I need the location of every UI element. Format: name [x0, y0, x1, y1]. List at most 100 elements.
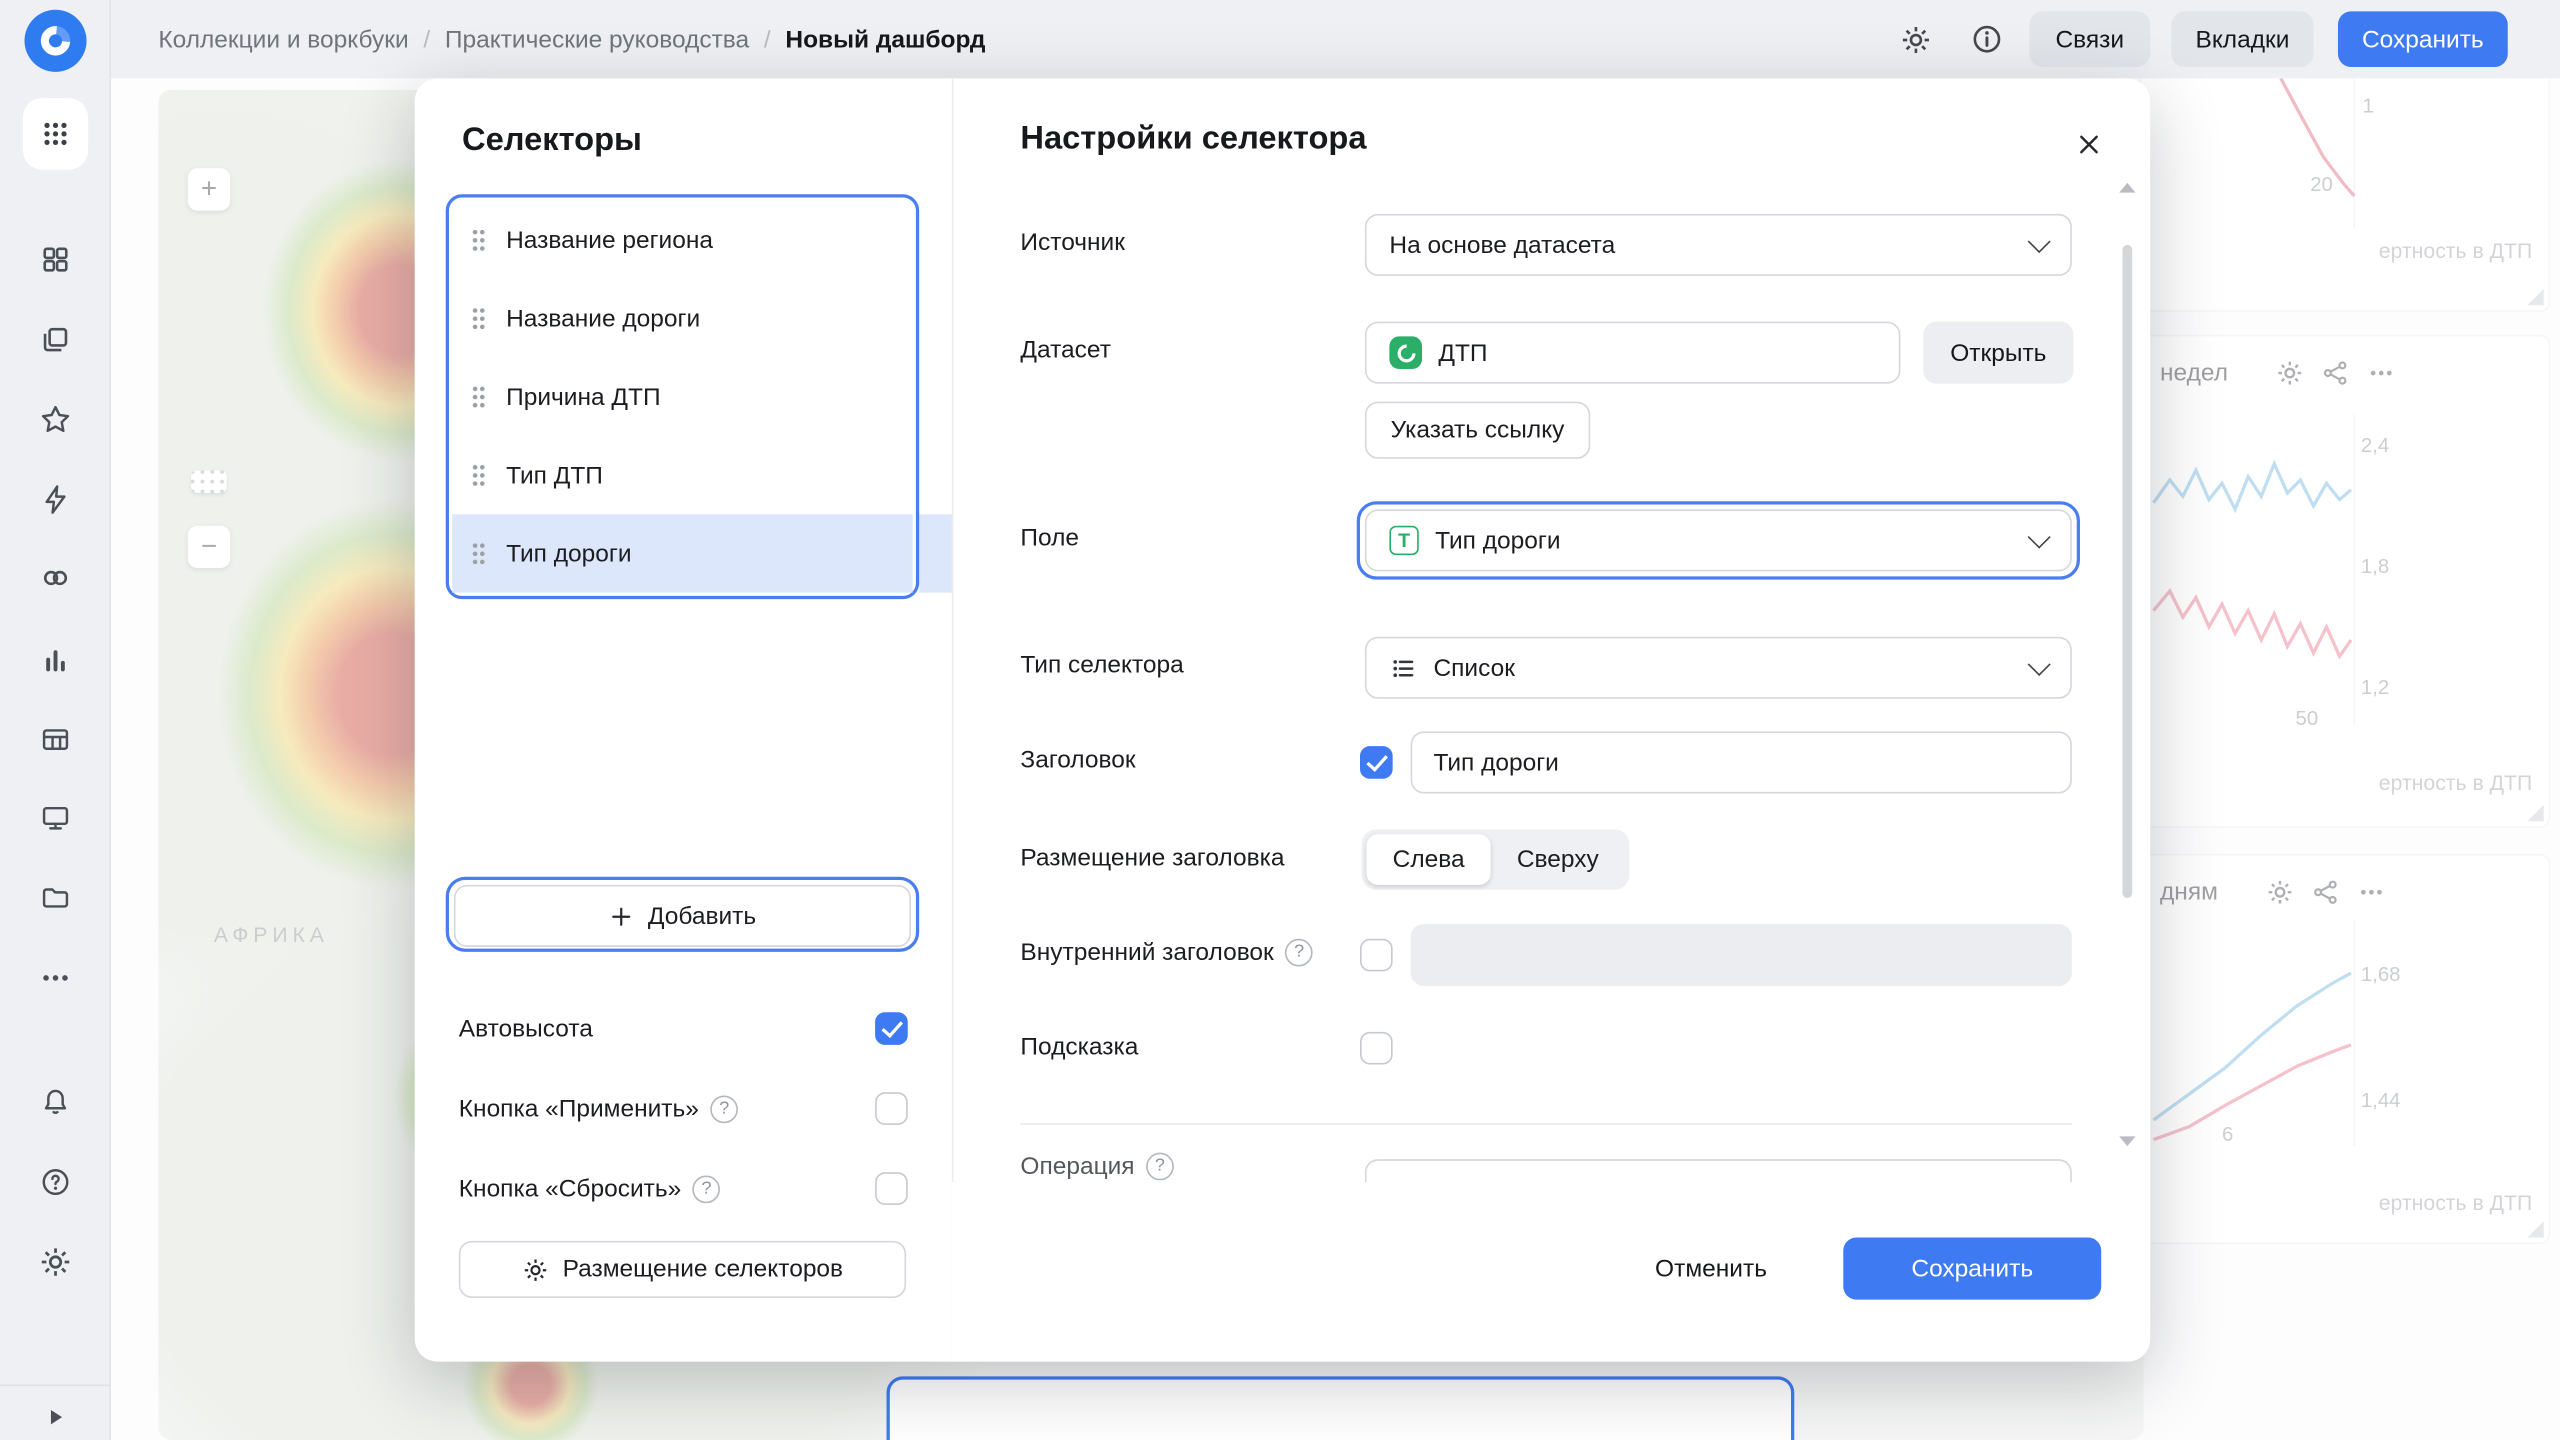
- selector-settings-modal: Селекторы Название региона Название доро…: [415, 78, 2151, 1361]
- selected-row-highlight: [919, 514, 952, 592]
- drag-handle-icon[interactable]: [472, 385, 485, 408]
- dashboard-selector-widget[interactable]: [887, 1376, 1795, 1440]
- drag-handle-icon[interactable]: [472, 542, 485, 565]
- dataset-link-button[interactable]: Указать ссылку: [1365, 402, 1590, 459]
- help-icon[interactable]: [1146, 1153, 1174, 1181]
- viewport: + − АФРИКА 1 20 ертность в ДТП недел: [0, 0, 2560, 1440]
- drag-handle-icon[interactable]: [472, 229, 485, 252]
- dataset-icon: [1389, 336, 1422, 369]
- inner-title-label: Внутренний заголовок: [1020, 939, 1313, 967]
- section-divider: [1020, 1123, 2071, 1125]
- sidebar-item-connections[interactable]: [26, 470, 85, 529]
- selector-item-road-name[interactable]: Название дороги: [452, 279, 912, 357]
- help-icon[interactable]: [710, 1095, 738, 1123]
- sidebar-notifications[interactable]: [26, 1073, 85, 1132]
- selector-item-label: Название дороги: [506, 304, 700, 332]
- apply-button-checkbox[interactable]: [875, 1092, 908, 1125]
- sidebar-item-presentations[interactable]: [26, 789, 85, 848]
- settings-gear-button[interactable]: [1891, 15, 1940, 64]
- placement-option-top[interactable]: Сверху: [1491, 834, 1625, 885]
- apply-button-row: Кнопка «Применить»: [459, 1091, 908, 1127]
- sidebar-item-favorites[interactable]: [26, 390, 85, 449]
- selectors-placement-label: Размещение селекторов: [563, 1256, 843, 1284]
- breadcrumb-guides[interactable]: Практические руководства: [445, 25, 749, 53]
- help-icon[interactable]: [693, 1175, 721, 1203]
- inner-title-checkbox[interactable]: [1360, 939, 1393, 972]
- inner-title-input: [1411, 924, 2072, 986]
- help-icon[interactable]: [1285, 939, 1313, 967]
- datalens-logo[interactable]: [24, 10, 86, 72]
- sidebar-item-files[interactable]: [26, 869, 85, 928]
- plus-icon: [609, 904, 633, 928]
- app-root: + − АФРИКА 1 20 ертность в ДТП недел: [0, 0, 2560, 1440]
- chevron-down-icon: [2028, 525, 2051, 548]
- add-selector-label: Добавить: [648, 902, 756, 930]
- dataset-input[interactable]: ДТП: [1365, 322, 1901, 384]
- breadcrumb-collections[interactable]: Коллекции и воркбуки: [158, 25, 408, 53]
- selector-item-accident-type[interactable]: Тип ДТП: [452, 436, 912, 514]
- dataset-open-button[interactable]: Открыть: [1923, 322, 2073, 384]
- selectors-placement-button[interactable]: Размещение селекторов: [459, 1241, 906, 1298]
- selector-list: Название региона Название дороги Причина…: [446, 194, 919, 599]
- field-select[interactable]: Тип дороги: [1365, 509, 2072, 571]
- source-select[interactable]: На основе датасета: [1365, 214, 2072, 276]
- reset-button-checkbox[interactable]: [875, 1172, 908, 1205]
- drag-handle-icon[interactable]: [472, 307, 485, 330]
- scroll-up-arrow[interactable]: [2119, 183, 2135, 193]
- sidebar-item-dashboards[interactable]: [26, 230, 85, 289]
- cancel-button[interactable]: Отменить: [1638, 1238, 1785, 1300]
- sidebar-divider: [0, 1384, 109, 1386]
- scrollbar-thumb[interactable]: [2122, 245, 2132, 898]
- add-selector-button[interactable]: Добавить: [454, 885, 911, 947]
- play-icon: [42, 1404, 68, 1430]
- breadcrumb: Коллекции и воркбуки / Практические руко…: [158, 0, 985, 78]
- placement-option-left[interactable]: Слева: [1367, 834, 1491, 885]
- hint-label: Подсказка: [1020, 1033, 1138, 1061]
- relations-button[interactable]: Связи: [2029, 11, 2150, 67]
- sidebar-item-charts[interactable]: [26, 630, 85, 689]
- reset-button-label: Кнопка «Сбросить»: [459, 1175, 681, 1203]
- title-label: Заголовок: [1020, 746, 1135, 774]
- title-checkbox[interactable]: [1360, 746, 1393, 779]
- bar-chart-icon: [39, 643, 72, 676]
- selector-item-road-type[interactable]: Тип дороги: [452, 514, 912, 592]
- tabs-button[interactable]: Вкладки: [2171, 11, 2313, 67]
- settings-panel-title: Настройки селектора: [1020, 121, 1366, 159]
- title-input[interactable]: [1411, 731, 2072, 793]
- sidebar-settings[interactable]: [26, 1233, 85, 1292]
- hint-checkbox[interactable]: [1360, 1032, 1393, 1065]
- grid-icon: [39, 243, 72, 276]
- drag-handle-icon[interactable]: [472, 464, 485, 487]
- sidebar-item-datasets[interactable]: [26, 549, 85, 608]
- info-button[interactable]: [1962, 15, 2011, 64]
- breadcrumb-separator: /: [764, 25, 771, 53]
- autoheight-checkbox[interactable]: [875, 1012, 908, 1045]
- sidebar-item-tables[interactable]: [26, 710, 85, 769]
- field-focus-ring: Тип дороги: [1357, 501, 2080, 579]
- apps-grid-button[interactable]: [23, 98, 88, 170]
- field-type-string-icon: [1389, 526, 1418, 555]
- operation-label: Операция: [1020, 1153, 1173, 1181]
- autoheight-row: Автовысота: [459, 1011, 908, 1047]
- bell-icon: [39, 1086, 72, 1119]
- sidebar-item-workbooks[interactable]: [26, 310, 85, 369]
- header-save-button[interactable]: Сохранить: [2338, 11, 2508, 67]
- sidebar-help[interactable]: [26, 1153, 85, 1212]
- dataset-value: ДТП: [1438, 339, 1487, 367]
- close-button[interactable]: [2059, 114, 2118, 173]
- ellipsis-icon: [39, 962, 72, 995]
- lightning-icon: [39, 483, 72, 516]
- sidebar-item-more[interactable]: [26, 949, 85, 1008]
- sidebar-expand-button[interactable]: [26, 1388, 85, 1440]
- chevron-down-icon: [2028, 229, 2051, 252]
- selector-item-label: Причина ДТП: [506, 383, 660, 411]
- reset-button-row: Кнопка «Сбросить»: [459, 1171, 908, 1207]
- selectors-panel-title: Селекторы: [462, 122, 642, 160]
- scroll-down-arrow[interactable]: [2119, 1136, 2135, 1146]
- field-label: Поле: [1020, 524, 1079, 552]
- selector-item-accident-cause[interactable]: Причина ДТП: [452, 358, 912, 436]
- selector-type-select[interactable]: Список: [1365, 637, 2072, 699]
- modal-save-button[interactable]: Сохранить: [1843, 1238, 2101, 1300]
- selector-item-region[interactable]: Название региона: [452, 201, 912, 279]
- star-icon: [39, 403, 72, 436]
